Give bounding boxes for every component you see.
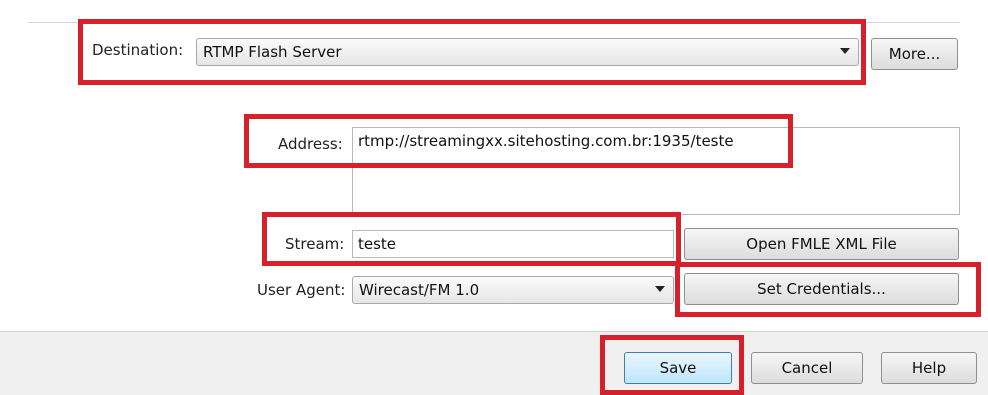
user-agent-value: Wirecast/FM 1.0 (359, 281, 480, 299)
open-fmle-xml-button[interactable]: Open FMLE XML File (684, 228, 959, 260)
set-credentials-highlight (675, 262, 981, 317)
address-highlight (244, 114, 793, 168)
help-button[interactable]: Help (881, 352, 977, 384)
cancel-button[interactable]: Cancel (751, 352, 863, 384)
user-agent-select[interactable]: Wirecast/FM 1.0 (352, 276, 674, 304)
stream-highlight (262, 212, 681, 266)
user-agent-label: User Agent: (257, 281, 346, 299)
chevron-down-icon (655, 286, 665, 292)
destination-highlight (78, 19, 866, 85)
save-highlight (600, 335, 744, 395)
more-button[interactable]: More... (871, 38, 958, 70)
